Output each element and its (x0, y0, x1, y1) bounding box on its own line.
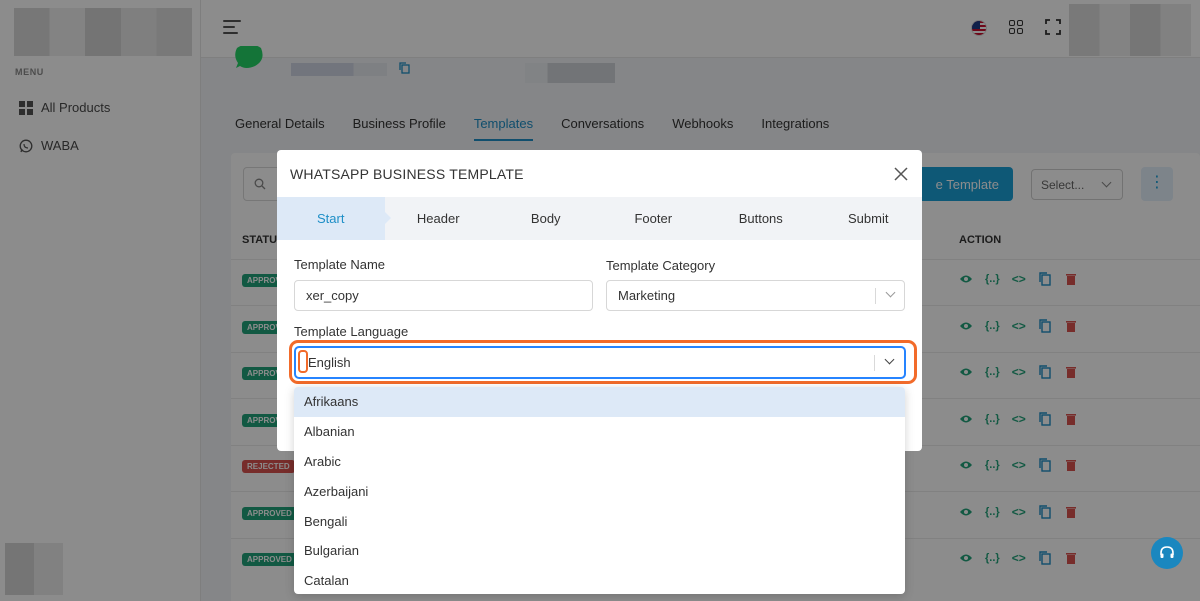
language-dropdown-menu: Afrikaans Albanian Arabic Azerbaijani Be… (294, 387, 905, 594)
chevron-down-icon (885, 287, 896, 298)
step-start[interactable]: Start (277, 197, 390, 240)
wizard-steps: Start Header Body Footer Buttons Submit (277, 197, 922, 240)
language-option[interactable]: Bengali (294, 506, 905, 536)
language-option[interactable]: Arabic (294, 447, 905, 477)
template-category-value: Marketing (618, 288, 676, 303)
language-option[interactable]: Catalan (294, 566, 905, 594)
template-category-label: Template Category (606, 258, 716, 273)
language-option[interactable]: Afrikaans (294, 387, 905, 417)
close-icon[interactable] (894, 167, 908, 181)
step-footer[interactable]: Footer (600, 197, 708, 240)
language-option[interactable]: Azerbaijani (294, 476, 905, 506)
template-name-label: Template Name (294, 257, 386, 272)
step-buttons[interactable]: Buttons (707, 197, 815, 240)
step-submit[interactable]: Submit (815, 197, 923, 240)
language-option[interactable]: Albanian (294, 417, 905, 447)
headset-icon (1160, 546, 1174, 558)
template-language-label: Template Language (294, 324, 409, 339)
language-option[interactable]: Bulgarian (294, 536, 905, 566)
template-category-select[interactable]: Marketing (606, 280, 905, 311)
highlight-annotation (289, 340, 917, 384)
divider (875, 288, 876, 304)
modal-title: WHATSAPP BUSINESS TEMPLATE (290, 166, 524, 182)
step-body[interactable]: Body (492, 197, 600, 240)
template-name-input[interactable]: xer_copy (294, 280, 593, 311)
step-header[interactable]: Header (385, 197, 493, 240)
support-chat-button[interactable] (1151, 537, 1183, 569)
text-cursor-annotation (298, 350, 308, 373)
